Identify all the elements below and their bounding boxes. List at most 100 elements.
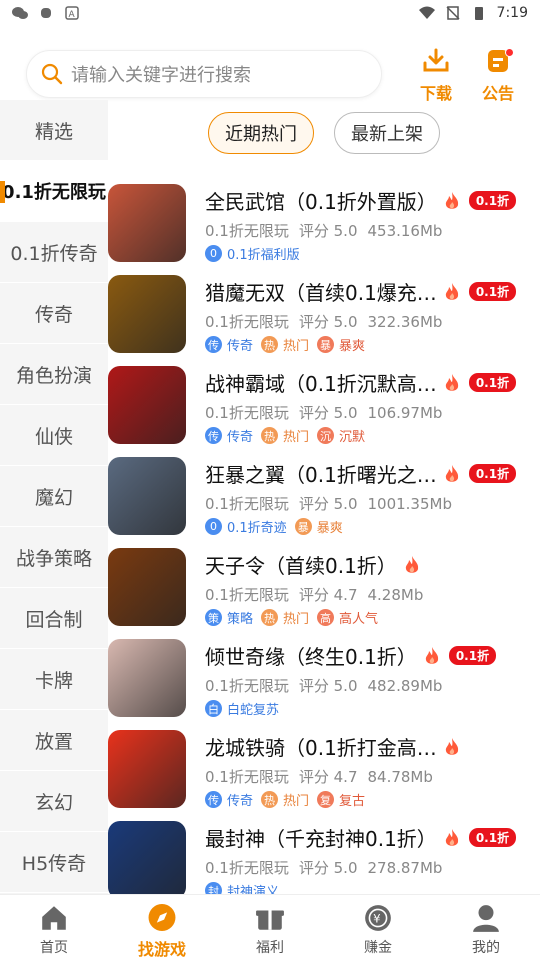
tag-text: 0.1折奇迹 (227, 521, 287, 536)
game-rating: 评分 5.0 (298, 859, 358, 877)
download-button[interactable]: 下载 (414, 48, 458, 104)
download-label: 下载 (419, 84, 452, 103)
game-name: 最封神（千充封神0.1折） (205, 827, 437, 851)
tag-glyph: 封 (205, 882, 222, 894)
game-tag: 复复古 (317, 790, 365, 809)
tab-newest[interactable]: 最新上架 (334, 112, 440, 154)
game-thumbnail[interactable] (108, 366, 186, 444)
tag-glyph: 0 (205, 518, 222, 535)
tag-glyph: 0 (205, 245, 222, 262)
game-row[interactable]: 全民武馆（0.1折外置版） 0.1折 0.1折无限玩 评分 5.0 453.16Mb 0 0… (108, 178, 540, 269)
tag-glyph: 复 (317, 791, 335, 808)
game-tags: 0 0.1折奇迹暴暴爽 (205, 517, 343, 536)
game-thumbnail[interactable] (108, 184, 186, 262)
tag-glyph: 热 (261, 609, 279, 626)
sidebar-item[interactable]: 传奇 (0, 283, 108, 344)
sidebar-item[interactable]: 魔幻 (0, 466, 108, 527)
game-tags: 0 0.1折福利版 (205, 244, 300, 263)
game-tag: 策策略 (205, 608, 253, 627)
sidebar-item[interactable]: 仙侠 (0, 405, 108, 466)
sidebar-item[interactable]: H5传奇 (0, 832, 108, 893)
sidebar-item[interactable]: 放置 (0, 710, 108, 771)
game-row[interactable]: 战神霸域（0.1折沉默高… 0.1折 0.1折无限玩 评分 5.0 106.97Mb 传传… (108, 360, 540, 451)
nav-label: 我的 (472, 940, 500, 956)
nav-label: 首页 (40, 940, 68, 956)
sort-tabs: 近期热门 最新上架 (108, 112, 540, 158)
game-size: 84.78Mb (367, 768, 433, 786)
game-tag: 热热门 (261, 335, 309, 354)
battery-icon (474, 7, 483, 20)
game-type: 0.1折无限玩 (205, 586, 289, 604)
discount-badge: 0.1折 (468, 828, 517, 847)
nav-home[interactable]: 首页 (0, 895, 108, 960)
tag-glyph: 传 (205, 427, 222, 444)
nav-label: 找游戏 (137, 940, 186, 959)
tag-text: 暴爽 (339, 339, 366, 354)
sidebar-item[interactable]: 回合制 (0, 588, 108, 649)
hot-fire-icon (445, 191, 458, 209)
game-title-line: 最封神（千充封神0.1折） 0.1折 (205, 823, 530, 852)
header: 请输入关键字进行搜索 下载 公告 (0, 46, 540, 104)
game-title-line: 战神霸域（0.1折沉默高… 0.1折 (205, 368, 530, 397)
sidebar-item[interactable]: 精选 (0, 100, 108, 161)
game-row[interactable]: 倾世奇缘（终生0.1折） 0.1折 0.1折无限玩 评分 5.0 482.89Mb 白白蛇… (108, 633, 540, 724)
game-meta: 0.1折无限玩 评分 5.0 453.16Mb (205, 220, 452, 241)
game-thumbnail[interactable] (108, 457, 186, 535)
nav-coin[interactable]: ¥ 赚金 (324, 895, 432, 960)
tag-text: 传奇 (227, 430, 254, 445)
tag-text: 复古 (339, 794, 366, 809)
sidebar-item[interactable]: 0.1折传奇 (0, 222, 108, 283)
wifi-icon (418, 6, 435, 19)
game-type: 0.1折无限玩 (205, 495, 289, 513)
notice-button[interactable]: 公告 (476, 48, 520, 104)
game-size: 482.89Mb (367, 677, 443, 695)
sidebar-item[interactable]: 卡牌 (0, 649, 108, 710)
game-meta: 0.1折无限玩 评分 5.0 322.36Mb (205, 311, 452, 332)
sidebar-item[interactable]: 0.1折无限玩 (0, 161, 108, 222)
search-input[interactable]: 请输入关键字进行搜索 (26, 50, 382, 98)
game-rating: 评分 5.0 (298, 404, 358, 422)
game-tag: 0 0.1折福利版 (205, 244, 300, 263)
game-row[interactable]: 龙城铁骑（0.1折打金高… 0.1折无限玩 评分 4.7 84.78Mb 传传奇热热门复… (108, 724, 540, 815)
game-thumbnail[interactable] (108, 639, 186, 717)
hot-fire-icon (445, 373, 458, 391)
nav-user[interactable]: 我的 (432, 895, 540, 960)
game-row[interactable]: 天子令（首续0.1折） 0.1折无限玩 评分 4.7 4.28Mb 策策略热热门高高人气 (108, 542, 540, 633)
sidebar-item[interactable]: 战争策略 (0, 527, 108, 588)
nav-gift[interactable]: 福利 (216, 895, 324, 960)
game-row[interactable]: 狂暴之翼（0.1折曙光之… 0.1折 0.1折无限玩 评分 5.0 1001.35Mb 0… (108, 451, 540, 542)
game-rating: 评分 5.0 (298, 222, 358, 240)
game-thumbnail[interactable] (108, 548, 186, 626)
hot-fire-icon (445, 737, 458, 755)
sidebar-item[interactable]: 玄幻 (0, 771, 108, 832)
download-icon (423, 48, 449, 72)
game-tags: 封封神演义 (205, 881, 279, 894)
sidebar-item[interactable]: 角色扮演 (0, 344, 108, 405)
gift-icon (256, 910, 284, 930)
notice-label: 公告 (481, 84, 514, 103)
game-tag: 传传奇 (205, 426, 253, 445)
search-icon (41, 63, 63, 85)
game-thumbnail[interactable] (108, 730, 186, 808)
game-thumbnail[interactable] (108, 275, 186, 353)
game-size: 1001.35Mb (367, 495, 452, 513)
nav-compass[interactable]: 找游戏 (108, 895, 216, 960)
game-name: 天子令（首续0.1折） (205, 554, 397, 578)
game-name: 全民武馆（0.1折外置版） (205, 190, 437, 214)
user-icon (473, 905, 499, 932)
tag-glyph: 白 (205, 700, 222, 717)
game-row[interactable]: 猎魔无双（首续0.1爆充… 0.1折 0.1折无限玩 评分 5.0 322.36Mb 传传… (108, 269, 540, 360)
game-meta: 0.1折无限玩 评分 4.7 4.28Mb (205, 584, 433, 605)
font-icon: A (65, 6, 79, 20)
tab-recent-hot[interactable]: 近期热门 (208, 112, 314, 154)
game-thumbnail[interactable] (108, 821, 186, 894)
game-title-line: 猎魔无双（首续0.1爆充… 0.1折 (205, 277, 530, 306)
tag-text: 热门 (283, 794, 310, 809)
game-rating: 评分 5.0 (298, 313, 358, 331)
svg-text:A: A (69, 10, 76, 20)
tag-glyph: 高 (317, 609, 335, 626)
game-row[interactable]: 最封神（千充封神0.1折） 0.1折 0.1折无限玩 评分 5.0 278.87Mb 封封… (108, 815, 540, 894)
game-type: 0.1折无限玩 (205, 404, 289, 422)
game-tag: 0 0.1折奇迹 (205, 517, 287, 536)
game-tag: 传传奇 (205, 335, 253, 354)
